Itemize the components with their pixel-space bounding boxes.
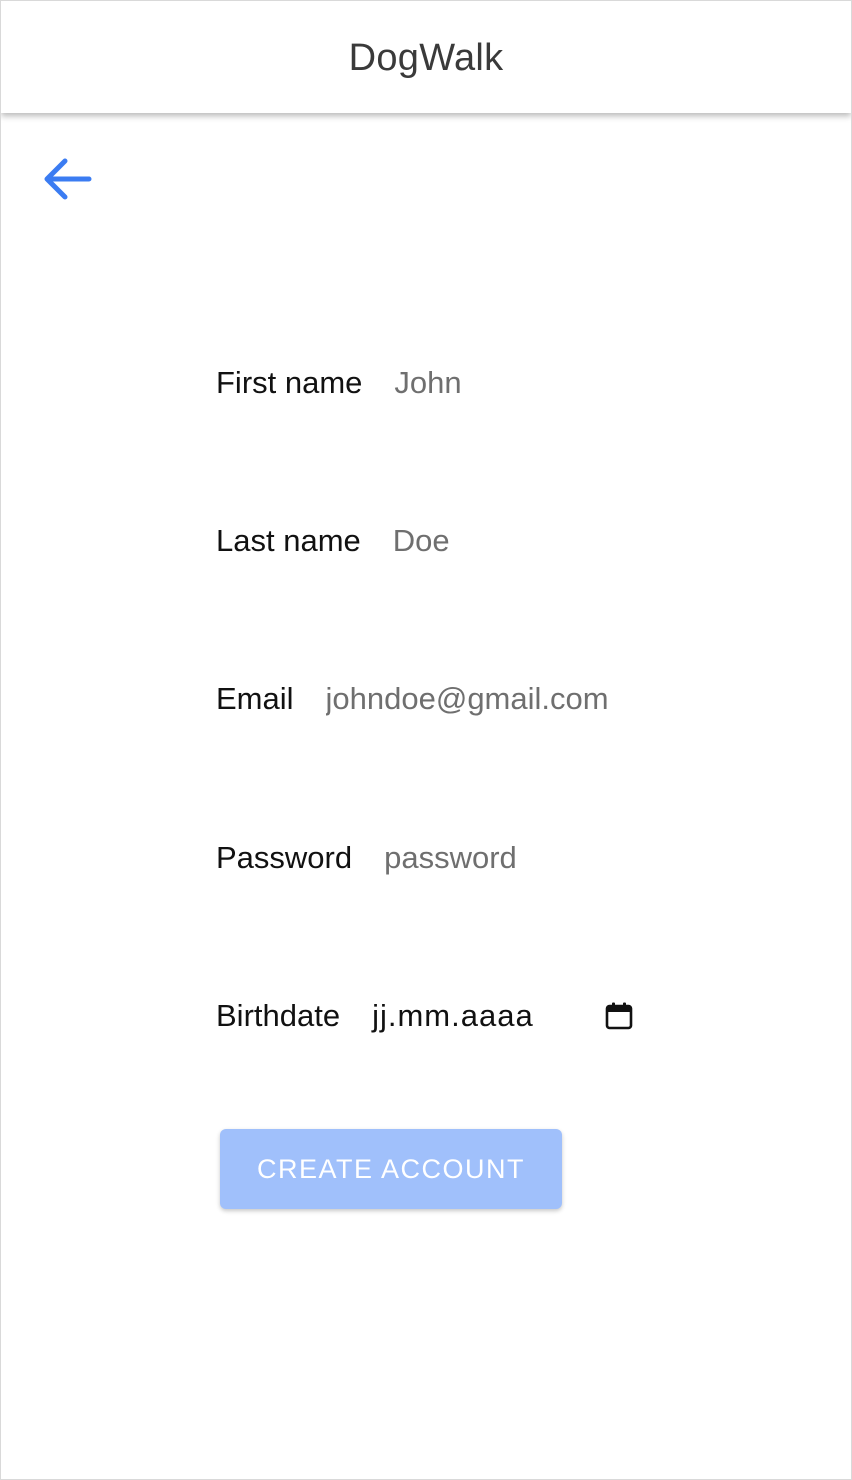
back-button[interactable] <box>37 151 97 207</box>
app-header: DogWalk <box>1 1 851 113</box>
email-label: Email <box>216 681 294 716</box>
password-row: Password <box>216 836 715 880</box>
birthdate-input[interactable]: jj.mm.aaaa <box>372 998 634 1034</box>
password-input[interactable] <box>384 840 715 876</box>
last-name-input[interactable] <box>392 523 723 559</box>
first-name-label: First name <box>216 365 363 400</box>
last-name-label: Last name <box>216 523 361 558</box>
last-name-row: Last name <box>216 519 723 563</box>
birthdate-value: jj.mm.aaaa <box>372 998 534 1033</box>
email-row: Email <box>216 677 656 721</box>
birthdate-row: Birthdate jj.mm.aaaa <box>216 994 634 1038</box>
password-label: Password <box>216 840 353 875</box>
first-name-row: First name <box>216 361 725 405</box>
app-title: DogWalk <box>348 37 504 79</box>
arrow-left-icon <box>44 158 92 200</box>
calendar-icon[interactable] <box>604 1001 634 1031</box>
first-name-input[interactable] <box>394 365 725 401</box>
birthdate-label: Birthdate <box>216 998 341 1033</box>
create-account-button[interactable]: CREATE ACCOUNT <box>220 1129 562 1209</box>
app-frame: DogWalk First name Last name Email Passw… <box>0 0 852 1480</box>
email-input[interactable] <box>325 681 656 717</box>
